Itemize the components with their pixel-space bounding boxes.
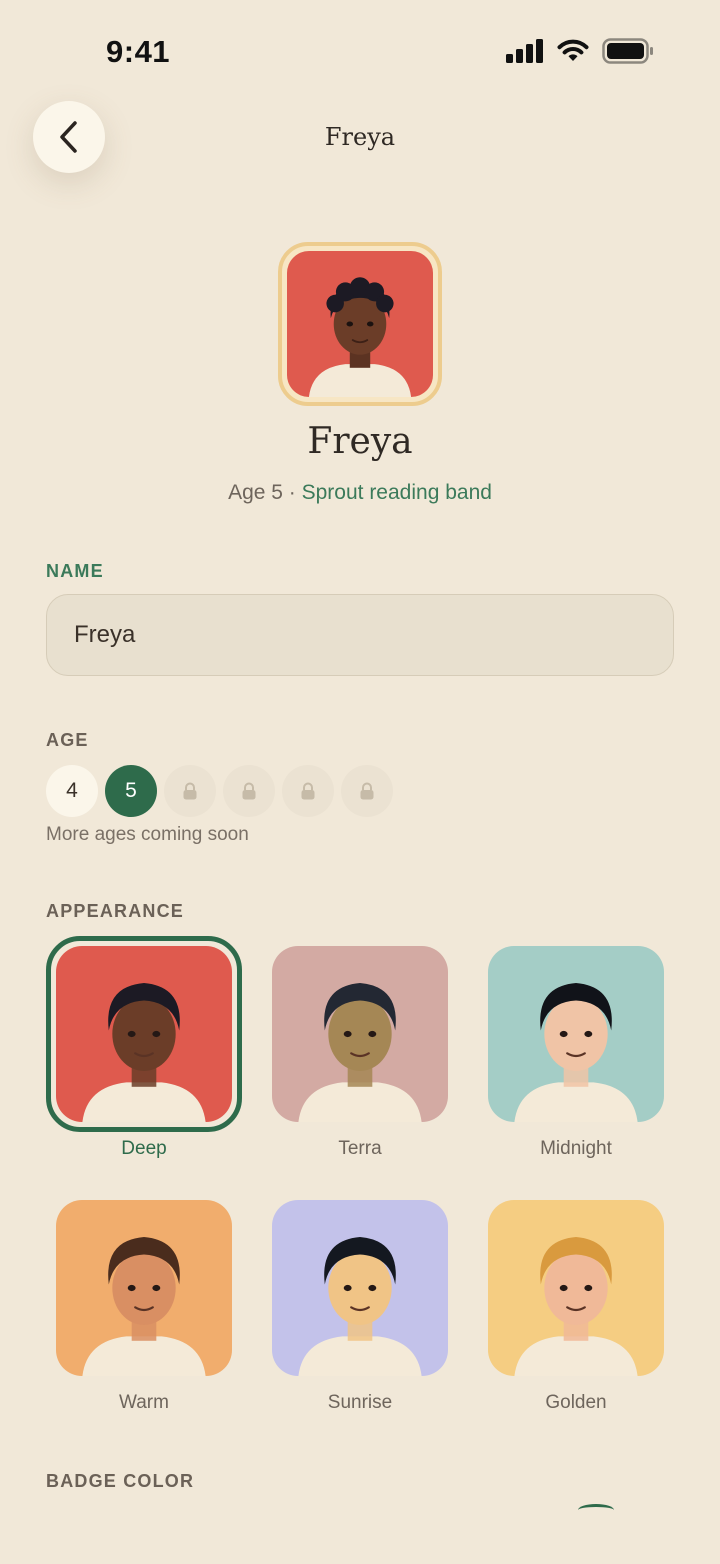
lock-icon: [183, 782, 197, 800]
profile-avatar-image: [287, 251, 433, 397]
appearance-option-sunrise[interactable]: Sunrise: [262, 1190, 458, 1414]
avatar-midnight: [488, 946, 664, 1122]
age-option-4[interactable]: 4: [46, 765, 98, 817]
appearance-option-terra[interactable]: Terra: [262, 936, 458, 1160]
appearance-tile-frame: [478, 936, 674, 1132]
lock-icon: [301, 782, 315, 800]
appearance-tile-frame: [262, 936, 458, 1132]
appearance-label: Midnight: [540, 1138, 612, 1159]
profile-subtitle: Age 5 · Sprout reading band: [0, 481, 720, 505]
age-option-5[interactable]: 5: [105, 765, 157, 817]
age-option-locked: [164, 765, 216, 817]
appearance-option-warm[interactable]: Warm: [46, 1190, 242, 1414]
name-section-label: NAME: [46, 561, 104, 581]
appearance-tile-frame: [46, 1190, 242, 1386]
badge-color-section-label: BADGE COLOR: [46, 1471, 195, 1491]
appearance-tile-frame: [262, 1190, 458, 1386]
status-time: 9:41: [106, 34, 171, 69]
age-section-label: AGE: [46, 730, 89, 750]
avatar-deep: [56, 946, 232, 1122]
appearance-option-golden[interactable]: Golden: [478, 1190, 674, 1414]
battery-icon: [602, 38, 653, 64]
appearance-section-label: APPEARANCE: [46, 901, 185, 921]
status-bar: 9:41: [0, 0, 720, 100]
appearance-option-deep[interactable]: Deep: [46, 936, 242, 1160]
lock-icon: [242, 782, 256, 800]
appearance-label: Deep: [121, 1138, 167, 1159]
appearance-tile-frame: [46, 936, 242, 1132]
age-option-locked: [223, 765, 275, 817]
appearance-label: Terra: [338, 1138, 382, 1159]
appearance-grid: Deep Terra Midnight Warm Sunrise Golden: [46, 936, 674, 1426]
badge-color-swatch[interactable]: [578, 1504, 614, 1516]
status-icons: [506, 38, 654, 64]
age-note: More ages coming soon: [46, 824, 249, 845]
wifi-icon: [557, 39, 589, 61]
avatar-sunrise: [272, 1200, 448, 1376]
lock-icon: [360, 782, 374, 800]
age-option-locked: [282, 765, 334, 817]
age-selector: 4 5: [46, 765, 393, 817]
profile-name: Freya: [307, 421, 413, 462]
appearance-option-midnight[interactable]: Midnight: [478, 936, 674, 1160]
reading-band: Sprout reading band: [301, 481, 492, 504]
age-option-locked: [341, 765, 393, 817]
appearance-label: Warm: [119, 1392, 169, 1413]
avatar-warm: [56, 1200, 232, 1376]
header-title: Freya: [324, 123, 396, 151]
profile-avatar: [278, 242, 442, 406]
appearance-label: Golden: [545, 1392, 607, 1413]
appearance-label: Sunrise: [327, 1392, 393, 1413]
name-input[interactable]: Freya: [46, 594, 674, 676]
cellular-signal-icon: [506, 39, 543, 63]
avatar-golden: [488, 1200, 664, 1376]
appearance-tile-frame: [478, 1190, 674, 1386]
avatar-terra: [272, 946, 448, 1122]
profile-age-text: Age 5 ·: [228, 481, 302, 504]
